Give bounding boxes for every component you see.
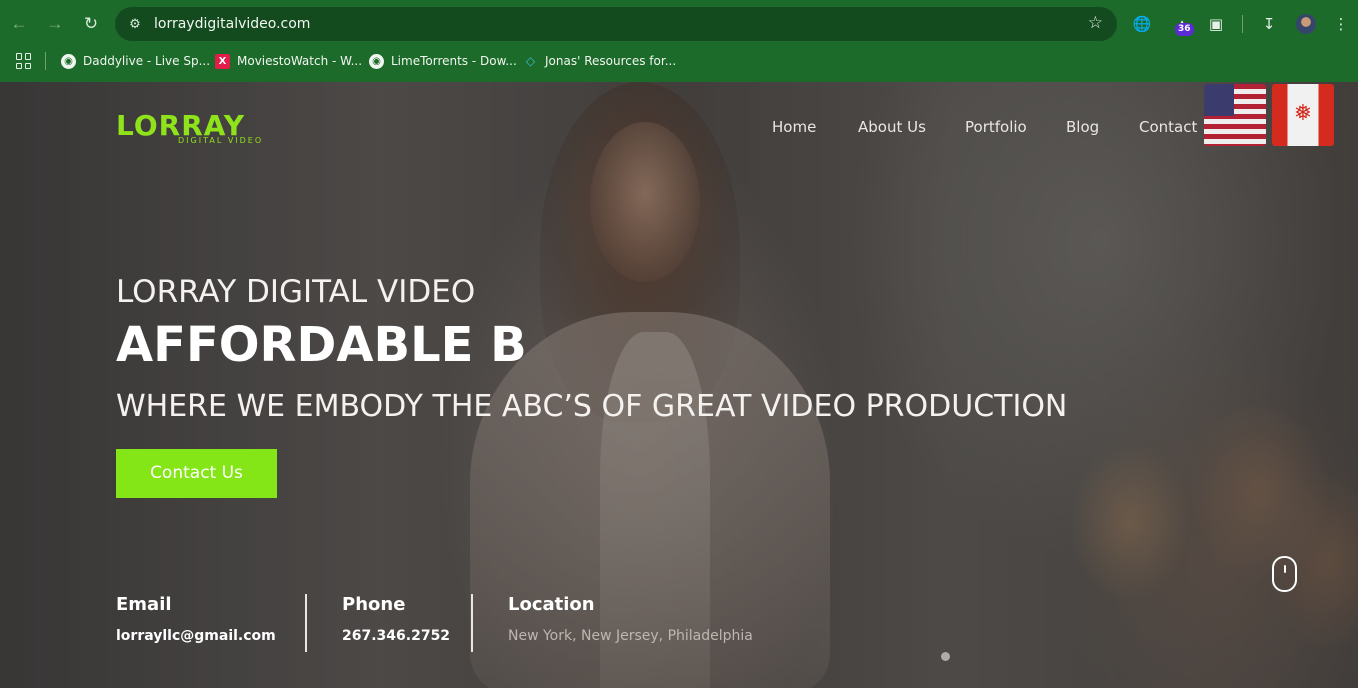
bookmark-limetorrents[interactable]: ◉ LimeTorrents - Dow... bbox=[369, 52, 517, 70]
location-value: New York, New Jersey, Philadelphia bbox=[508, 628, 753, 644]
bookmark-label: LimeTorrents - Dow... bbox=[391, 54, 517, 68]
reload-icon: ↻ bbox=[83, 14, 99, 33]
arrow-left-icon: ← bbox=[10, 14, 28, 33]
info-email: Email lorrayllc@gmail.com bbox=[116, 594, 276, 645]
address-url[interactable]: lorraydigitalvideo.com bbox=[154, 15, 310, 33]
info-label: Location bbox=[508, 594, 595, 615]
email-link[interactable]: lorrayllc@gmail.com bbox=[116, 627, 276, 645]
hero-subtitle: WHERE WE EMBODY THE ABC’S OF GREAT VIDEO… bbox=[116, 389, 1068, 424]
browser-toolbar: ← → ↻ ⚙ lorraydigitalvideo.com ☆ 🌐 ▲ 36 … bbox=[0, 0, 1358, 48]
reload-button[interactable]: ↻ bbox=[77, 10, 105, 38]
address-bar[interactable]: ⚙ lorraydigitalvideo.com ☆ bbox=[115, 7, 1117, 41]
info-label: Phone bbox=[342, 594, 406, 615]
nav-blog[interactable]: Blog bbox=[1066, 118, 1099, 136]
info-divider bbox=[471, 594, 473, 652]
site-info-icon[interactable]: ⚙ bbox=[125, 14, 145, 34]
hero-section: LORRAY DIGITAL VIDEO Home About Us Portf… bbox=[0, 82, 1358, 688]
extensions-puzzle-icon[interactable]: ▣ bbox=[1204, 12, 1228, 36]
back-button[interactable]: ← bbox=[5, 10, 33, 38]
browser-chrome: ← → ↻ ⚙ lorraydigitalvideo.com ☆ 🌐 ▲ 36 … bbox=[0, 0, 1358, 82]
download-icon[interactable]: ↧ bbox=[1257, 12, 1281, 36]
nav-about-us[interactable]: About Us bbox=[858, 118, 926, 136]
bookmark-label: MoviestoWatch - W... bbox=[237, 54, 363, 68]
bookmark-moviestowatch[interactable]: X MoviestoWatch - W... bbox=[215, 52, 362, 70]
globe-icon: ◉ bbox=[369, 53, 384, 69]
info-location: Location New York, New Jersey, Philadelp… bbox=[508, 594, 753, 645]
nav-portfolio[interactable]: Portfolio bbox=[965, 118, 1027, 136]
bookmark-star-icon[interactable]: ☆ bbox=[1088, 13, 1103, 33]
hero-kicker: LORRAY DIGITAL VIDEO bbox=[116, 274, 476, 310]
translate-globe-icon[interactable]: 🌐 bbox=[1130, 12, 1154, 36]
bookmark-daddylive[interactable]: ◉ Daddylive - Live Sp... bbox=[61, 52, 210, 70]
slider-dot[interactable] bbox=[941, 652, 950, 661]
x-icon: X bbox=[215, 53, 230, 69]
info-phone: Phone 267.346.2752 bbox=[342, 594, 450, 645]
phone-link[interactable]: 267.346.2752 bbox=[342, 627, 450, 645]
us-flag-icon[interactable] bbox=[1204, 84, 1266, 146]
nav-contact[interactable]: Contact bbox=[1139, 118, 1197, 136]
bookmark-label: Daddylive - Live Sp... bbox=[83, 54, 211, 68]
hero-title: AFFORDABLE B bbox=[116, 317, 527, 373]
logo-subtext: DIGITAL VIDEO bbox=[178, 136, 264, 145]
globe-icon: ◉ bbox=[61, 53, 76, 69]
bookmark-label: Jonas' Resources for... bbox=[545, 54, 677, 68]
info-label: Email bbox=[116, 594, 172, 615]
bookmark-jonas-resources[interactable]: ◇ Jonas' Resources for... bbox=[523, 52, 676, 70]
scroll-mouse-icon[interactable] bbox=[1272, 556, 1297, 592]
more-menu-icon[interactable]: ⋮ bbox=[1329, 12, 1353, 36]
forward-button[interactable]: → bbox=[41, 10, 69, 38]
gem-icon: ◇ bbox=[525, 54, 536, 68]
profile-avatar[interactable] bbox=[1296, 14, 1316, 34]
bookmarks-bar: ◉ Daddylive - Live Sp... X MoviestoWatch… bbox=[0, 48, 1358, 74]
bookmarks-divider bbox=[45, 52, 46, 70]
apps-grid-icon[interactable] bbox=[16, 53, 32, 69]
arrow-right-icon: → bbox=[46, 14, 64, 33]
site-logo[interactable]: LORRAY DIGITAL VIDEO bbox=[116, 112, 286, 146]
contact-us-button[interactable]: Contact Us bbox=[116, 449, 277, 498]
toolbar-divider bbox=[1242, 15, 1243, 33]
info-divider bbox=[305, 594, 307, 652]
nav-home[interactable]: Home bbox=[772, 118, 816, 136]
extension-badge: 36 bbox=[1175, 23, 1194, 36]
canada-flag-icon[interactable]: ❅ bbox=[1272, 84, 1334, 146]
